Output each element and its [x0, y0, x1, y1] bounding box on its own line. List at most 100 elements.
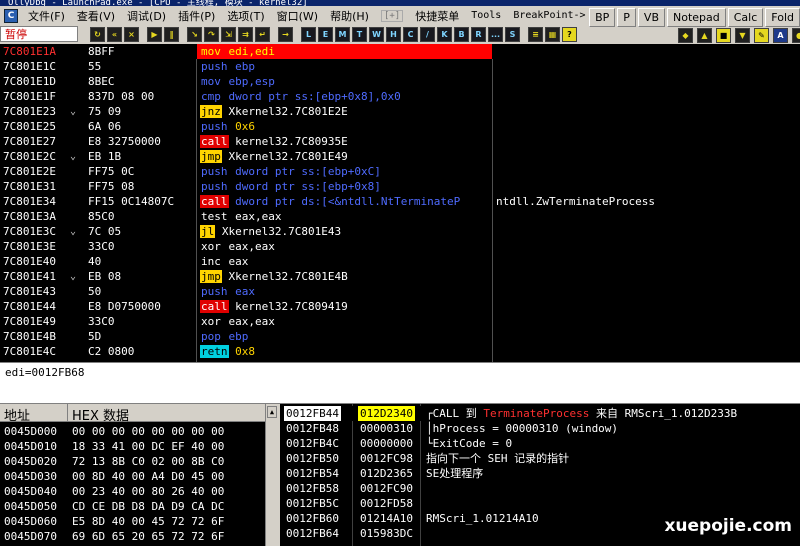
dump-header-hex[interactable]: HEX 数据 [72, 405, 129, 424]
threads-icon[interactable]: T [352, 26, 367, 42]
run-icon[interactable]: ▶ [147, 26, 162, 42]
folder-button[interactable]: Fold [765, 8, 800, 27]
vb-button[interactable]: VB [637, 8, 665, 27]
disasm-row[interactable]: 7C801E41 ⌄ EB 08 jmp Xkernel32.7C801E4B [0, 269, 800, 284]
cpu-icon[interactable]: C [403, 26, 418, 42]
execute-till-return-icon[interactable]: ↵ [255, 26, 270, 42]
list-icon[interactable]: ≡ [528, 26, 543, 42]
disasm-row[interactable]: 7C801E2C ⌄ EB 1B jmp Xkernel32.7C801E49 [0, 149, 800, 164]
stack-row[interactable]: 0012FB48 00000310 │hProcess = 00000310 (wi… [280, 421, 800, 436]
disasm-row[interactable]: 7C801E34 FF15 0C14807C call dword ptr ds:[… [0, 194, 800, 209]
dump-pane[interactable]: 地址 HEX 数据 0045D000 00 00 00 00 00 00 00 0… [0, 404, 278, 546]
references-icon[interactable]: R [471, 26, 486, 42]
stack-row[interactable]: 0012FB54 012D2365 SE处理程序 [280, 466, 800, 481]
disassembly-pane[interactable]: 7C801E1A 8BFF mov edi,edi 7C801E1C 55 push eb… [0, 44, 800, 362]
scroll-up-icon[interactable]: ▲ [267, 406, 277, 418]
stack-pane[interactable]: 0012FB44 012D2340 ┌CALL 到 TerminateProcess… [280, 404, 800, 546]
goto-icon[interactable]: → [278, 26, 293, 42]
dump-row[interactable]: 0045D040 00 23 40 00 80 26 40 00 [0, 484, 278, 499]
rewind-icon[interactable]: « [107, 26, 122, 42]
dump-row[interactable]: 0045D000 00 00 00 00 00 00 00 00 [0, 424, 278, 439]
p-button[interactable]: P [617, 8, 636, 27]
disasm-row[interactable]: 7C801E1A 8BFF mov edi,edi [0, 44, 800, 59]
memory-icon[interactable]: M [335, 26, 350, 42]
menu-help[interactable]: 帮助(H) [324, 8, 375, 24]
disasm-row[interactable]: 7C801E2E FF75 0C push dword ptr ss:[ebp+0x… [0, 164, 800, 179]
header-divider[interactable] [67, 404, 68, 422]
menu-plugins[interactable]: 插件(P) [172, 8, 221, 24]
disasm-row[interactable]: 7C801E43 50 push eax [0, 284, 800, 299]
disasm-row[interactable]: 7C801E44 E8 D0750000 call kernel32.7C80941… [0, 299, 800, 314]
patches-icon[interactable]: / [420, 26, 435, 42]
disasm-row[interactable]: 7C801E49 33C0 xor eax,eax [0, 314, 800, 329]
stack-row[interactable]: 0012FB50 0012FC98 指向下一个 SEH 记录的指针 [280, 451, 800, 466]
trace-into-icon[interactable]: ⇲ [221, 26, 236, 42]
menu-debug[interactable]: 调试(D) [121, 8, 172, 24]
step-into-icon[interactable]: ↘ [187, 26, 202, 42]
disasm-row[interactable]: 7C801E1C 55 push ebp [0, 59, 800, 74]
disasm-row[interactable]: 7C801E27 E8 32750000 call kernel32.7C80935… [0, 134, 800, 149]
menu-view[interactable]: 查看(V) [71, 8, 121, 24]
stack-row[interactable]: 0012FB4C 00000000 └ExitCode = 0 [280, 436, 800, 451]
disasm-row[interactable]: 7C801E3C ⌄ 7C 05 jl Xkernel32.7C801E43 [0, 224, 800, 239]
disasm-row[interactable]: 7C801E1D 8BEC mov ebp,esp [0, 74, 800, 89]
plugin-e-icon[interactable]: ✎ [754, 28, 769, 43]
dump-scrollbar[interactable]: ▲ [265, 404, 278, 546]
row-address: 7C801E25 [3, 120, 56, 133]
row-opcode: jl [200, 225, 216, 238]
grid-icon[interactable]: ▦ [545, 26, 560, 42]
dump-row[interactable]: 0045D060 E5 8D 40 00 45 72 72 6F [0, 514, 278, 529]
disasm-row[interactable]: 7C801E25 6A 06 push 0x6 [0, 119, 800, 134]
disasm-row[interactable]: 7C801E31 FF75 08 push dword ptr ss:[ebp+0x… [0, 179, 800, 194]
disasm-row[interactable]: 7C801E3A 85C0 test eax,eax [0, 209, 800, 224]
menu-breakpoint[interactable]: BreakPoint-> [507, 10, 591, 21]
windows-icon[interactable]: W [369, 26, 384, 42]
dump-row[interactable]: 0045D070 69 6D 65 20 65 72 72 6F [0, 529, 278, 544]
stack-row[interactable]: 0012FB58 0012FC90 [280, 481, 800, 496]
menu-options[interactable]: 选项(T) [221, 8, 270, 24]
plugin-c-icon[interactable]: ■ [716, 28, 731, 43]
menu-tools[interactable]: Tools [465, 10, 507, 21]
disasm-row[interactable]: 7C801E4C C2 0800 retn 0x8 [0, 344, 800, 359]
step-over-icon[interactable]: ↷ [204, 26, 219, 42]
handles-icon[interactable]: H [386, 26, 401, 42]
disasm-row[interactable]: 7C801E3E 33C0 xor eax,eax [0, 239, 800, 254]
menu-plus[interactable]: [+] [380, 9, 404, 22]
trace-over-icon[interactable]: ⇉ [238, 26, 253, 42]
open-icon[interactable]: ↻ [90, 26, 105, 42]
stack-row[interactable]: 0012FB44 012D2340 ┌CALL 到 TerminateProcess… [280, 406, 800, 421]
plugin-d-icon[interactable]: ▼ [735, 28, 750, 43]
notepad-button[interactable]: Notepad [667, 8, 726, 27]
plugin-a-icon[interactable]: ◆ [678, 28, 693, 43]
disasm-row[interactable]: 7C801E40 40 inc eax [0, 254, 800, 269]
source-icon[interactable]: S [505, 26, 520, 42]
app-icon[interactable]: C [4, 8, 18, 23]
plugin-b-icon[interactable]: ▲ [697, 28, 712, 43]
dump-row[interactable]: 0045D010 18 33 41 00 DC EF 40 00 [0, 439, 278, 454]
bp-button[interactable]: BP [589, 8, 616, 27]
disasm-row[interactable]: 7C801E1F 837D 08 00 cmp dword ptr ss:[ebp+… [0, 89, 800, 104]
dump-row[interactable]: 0045D030 00 8D 40 00 A4 D0 45 00 [0, 469, 278, 484]
dump-header-address[interactable]: 地址 [4, 405, 30, 424]
breakpoints-icon[interactable]: B [454, 26, 469, 42]
help-icon[interactable]: ? [562, 26, 577, 42]
calc-button[interactable]: Calc [727, 8, 764, 27]
disasm-row[interactable]: 7C801E23 ⌄ 75 09 jnz Xkernel32.7C801E2E [0, 104, 800, 119]
dump-row[interactable]: 0045D020 72 13 8B C0 02 00 8B C0 [0, 454, 278, 469]
stack-address: 0012FB4C [286, 437, 339, 450]
close-icon[interactable]: × [124, 26, 139, 42]
menu-shortcuts[interactable]: 快捷菜单 [409, 8, 465, 24]
stack-row[interactable]: 0012FB5C 0012FD58 [280, 496, 800, 511]
call-stack-icon[interactable]: K [437, 26, 452, 42]
menu-file[interactable]: 文件(F) [22, 8, 71, 24]
dump-row[interactable]: 0045D050 CD CE DB D8 DA D9 CA DC [0, 499, 278, 514]
run-trace-icon[interactable]: ... [488, 26, 503, 42]
modules-icon[interactable]: E [318, 26, 333, 42]
disasm-row[interactable]: 7C801E4B 5D pop ebp [0, 329, 800, 344]
pause-icon[interactable]: ‖ [164, 26, 179, 42]
plugin-g-icon[interactable]: ● [792, 28, 800, 43]
plugin-f-icon[interactable]: A [773, 28, 788, 43]
menu-window[interactable]: 窗口(W) [271, 8, 324, 24]
dump-address: 0045D040 [4, 485, 57, 498]
log-icon[interactable]: L [301, 26, 316, 42]
